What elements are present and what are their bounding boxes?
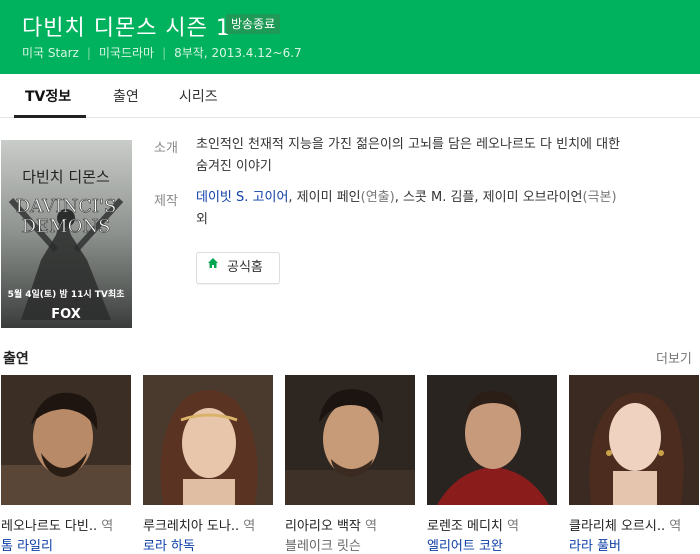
meta-divider: | — [162, 46, 167, 60]
synopsis-text: 초인적인 천재적 지능을 가진 젊은이의 고뇌를 담은 레오나르도 다 빈치에 … — [196, 134, 620, 178]
cast-photo[interactable] — [427, 375, 557, 505]
cast-card[interactable]: 루크레치아 도나.. 역 로라 하독 — [143, 375, 273, 554]
credits-role-writer: (극본) — [582, 190, 617, 205]
poster-network-logo: FOX — [51, 307, 81, 322]
cast-role-name: 리아리오 백작 — [285, 519, 361, 534]
cast-role-name: 로렌조 메디치 — [427, 519, 503, 534]
cast-photo[interactable] — [569, 375, 699, 505]
cast-card[interactable]: 리아리오 백작 역 블레이크 릿슨 — [285, 375, 415, 554]
poster-title-en-2: DEMONS — [22, 216, 111, 237]
program-title: 다빈치 디몬스 시즌 1 — [22, 16, 231, 41]
cast-card[interactable]: 클라리체 오르시.. 역 라라 풀버 — [569, 375, 699, 554]
cast-role-suffix: 역 — [101, 519, 114, 534]
cast-actor-link[interactable]: 엘리어트 코완 — [427, 535, 503, 554]
cast-actor-link[interactable]: 톰 라일리 — [1, 535, 53, 554]
poster-air-date: 5월 4일(토) 밤 11시 TV최초 — [8, 288, 126, 300]
synopsis-line: 초인적인 천재적 지능을 가진 젊은이의 고뇌를 담은 레오나르도 다 빈치에 … — [196, 137, 621, 152]
cast-role-name: 클라리체 오르시.. — [569, 519, 666, 534]
cast-photo[interactable] — [285, 375, 415, 505]
active-tab-indicator — [14, 115, 86, 118]
cast-role-name: 루크레치아 도나.. — [143, 519, 240, 534]
status-badge: 방송종료 — [226, 14, 281, 34]
creator-link[interactable]: 데이빗 S. 고이어 — [196, 190, 288, 205]
cast-role-suffix: 역 — [365, 519, 378, 534]
cast-role-name: 레오나르도 다빈.. — [1, 519, 98, 534]
cast-role-suffix: 역 — [243, 519, 256, 534]
poster-title-en-1: DAVINCI'S — [16, 196, 117, 217]
cast-section-title: 출연 — [3, 351, 29, 367]
poster-title-kr: 다빈치 디몬스 — [22, 168, 110, 186]
cast-actor-link[interactable]: 라라 풀버 — [569, 535, 621, 554]
synopsis-line: 숨겨진 이야기 — [196, 159, 272, 174]
tab-bar: TV정보 출연 시리즈 — [0, 74, 700, 118]
meta-divider: | — [86, 46, 91, 60]
cast-actor-name: 블레이크 릿슨 — [285, 539, 361, 554]
meta-channel: 미국 Starz — [22, 46, 79, 60]
program-header: 다빈치 디몬스 시즌 1 방송종료 미국 Starz | 미국드라마 | 8부작, 20… — [0, 0, 700, 74]
cast-card[interactable]: 로렌조 메디치 역 엘리어트 코완 — [427, 375, 557, 554]
program-meta: 미국 Starz | 미국드라마 | 8부작, 2013.4.12~6.7 — [22, 44, 302, 61]
credits-text: 데이빗 S. 고이어, 제이미 페인(연출), 스콧 M. 김플, 제이미 오브… — [196, 187, 696, 231]
official-home-button[interactable]: 공식홈 — [196, 252, 280, 284]
home-icon — [207, 251, 219, 281]
tab-cast[interactable]: 출연 — [113, 86, 139, 106]
poster-image[interactable]: 다빈치 디몬스 DAVINCI'S DEMONS 5월 4일(토) 밤 11시 … — [1, 140, 132, 328]
credits-names: , 제이미 페인 — [288, 190, 361, 205]
meta-episodes: 8부작, 2013.4.12~6.7 — [174, 46, 302, 60]
credits-role-director: (연출) — [360, 190, 395, 205]
official-home-label: 공식홈 — [227, 260, 263, 275]
credits-names: , 스콧 M. 김플, 제이미 오브라이언 — [394, 190, 583, 205]
cast-photo[interactable] — [1, 375, 131, 505]
cast-role-suffix: 역 — [669, 519, 682, 534]
more-link[interactable]: 더보기 — [656, 348, 692, 367]
cast-role-suffix: 역 — [507, 519, 520, 534]
tab-series[interactable]: 시리즈 — [179, 86, 218, 106]
poster-art: 다빈치 디몬스 DAVINCI'S DEMONS 5월 4일(토) 밤 11시 … — [1, 140, 132, 328]
cast-photo[interactable] — [143, 375, 273, 505]
meta-genre: 미국드라마 — [98, 46, 155, 60]
cast-card[interactable]: 레오나르도 다빈.. 역 톰 라일리 — [1, 375, 131, 554]
synopsis-label: 소개 — [154, 141, 178, 156]
credits-label: 제작 — [154, 194, 178, 209]
cast-actor-link[interactable]: 로라 하독 — [143, 535, 195, 554]
credits-etc: 외 — [196, 212, 208, 227]
tab-tv-info[interactable]: TV정보 — [25, 86, 71, 106]
